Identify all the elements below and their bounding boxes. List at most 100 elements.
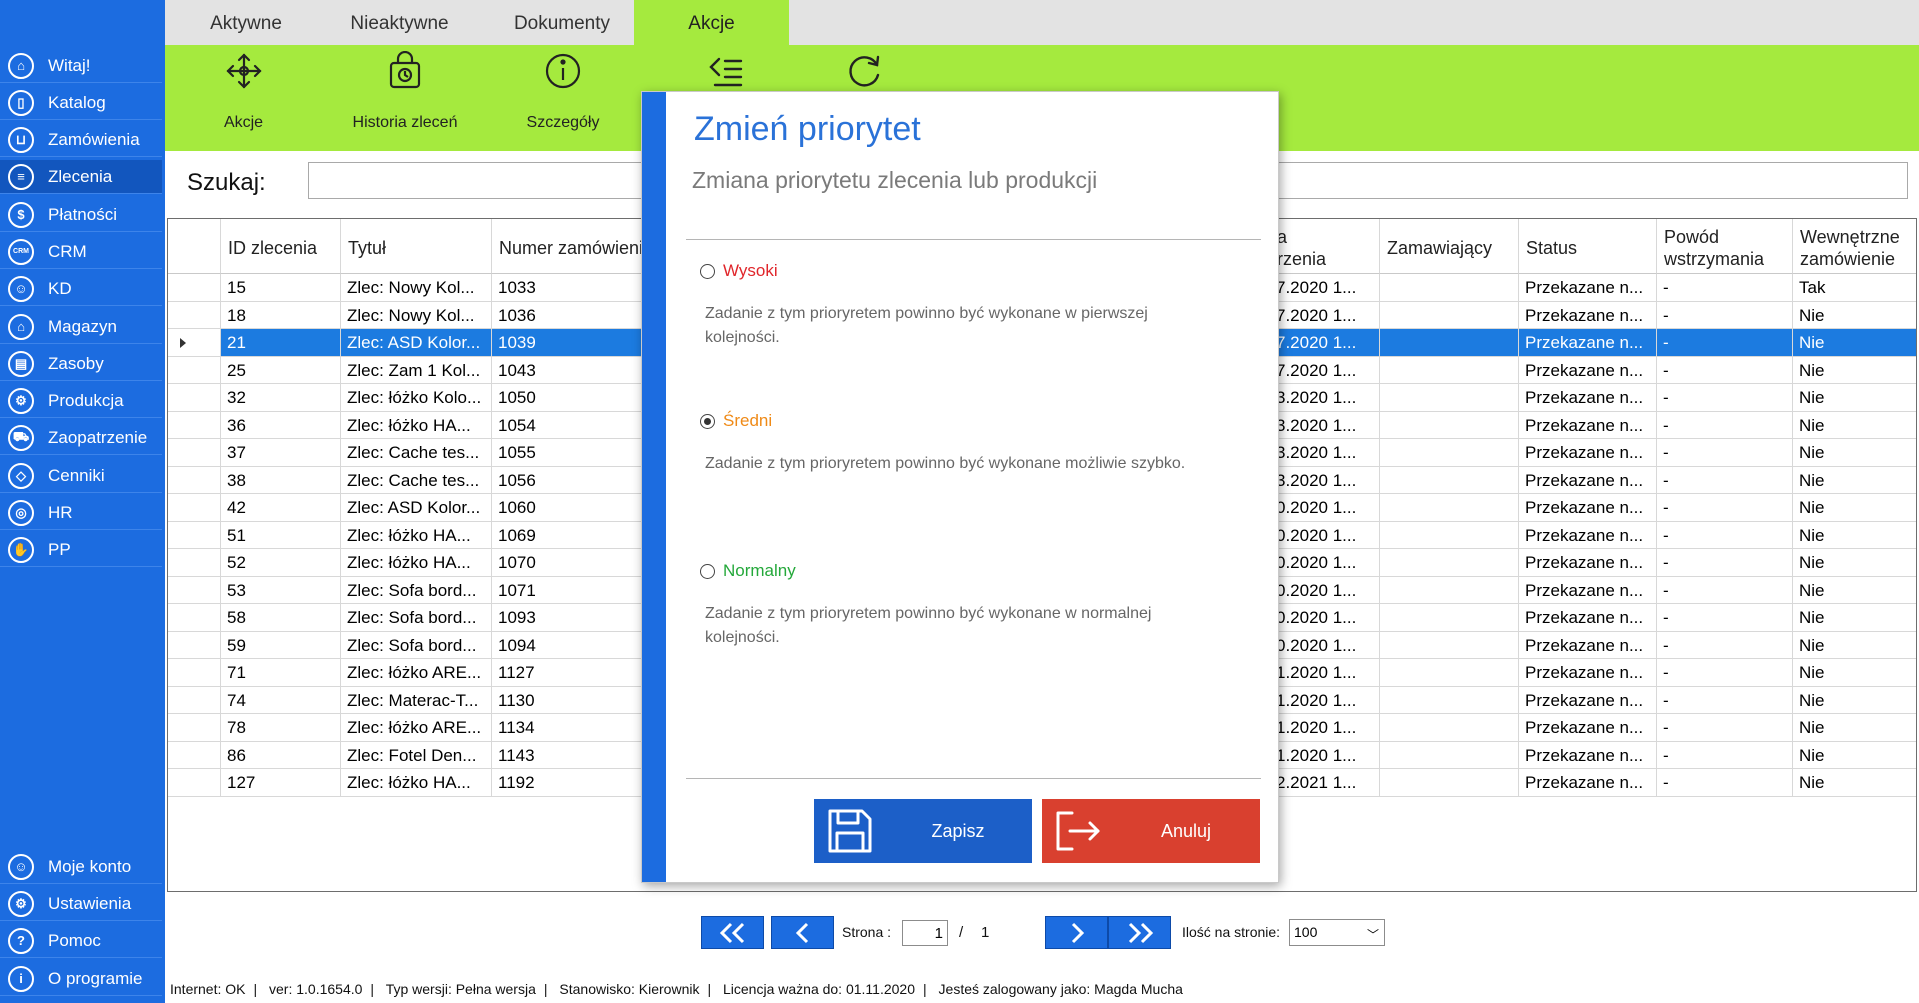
cell-internal: Nie [1793, 329, 1916, 357]
row-selector[interactable] [168, 631, 221, 659]
cell-status: Przekazane n... [1519, 301, 1657, 329]
status-workstation: Stanowisko: Kierownik [559, 981, 700, 997]
sidebar-item-label: Magazyn [48, 316, 117, 336]
sidebar-item-ustawienia[interactable]: ⚙ Ustawienia [0, 887, 162, 921]
radio-high[interactable] [700, 263, 715, 279]
cell-status: Przekazane n... [1519, 384, 1657, 412]
cell-id: 18 [221, 301, 341, 329]
tab-akcje[interactable]: Akcje [634, 0, 789, 45]
sidebar-item-platnosci[interactable]: $ Płatności [0, 198, 162, 232]
cell-reason: - [1657, 329, 1793, 357]
cell-status: Przekazane n... [1519, 356, 1657, 384]
page-number-input[interactable] [902, 920, 948, 946]
sidebar-item-produkcja[interactable]: ⚙ Produkcja [0, 384, 162, 418]
akcje-label: Akcje [223, 114, 264, 131]
settings-icon: ⚙ [8, 890, 34, 917]
sidebar-item-crm[interactable]: CRM CRM [0, 235, 162, 269]
sidebar-item-label: Zlecenia [48, 166, 113, 186]
sidebar: ⌂ Witaj! ▯ Katalog ⊔ Zamówienia ≡ Zlecenia $… [0, 0, 165, 1003]
cell-reason: - [1657, 741, 1793, 769]
row-selector[interactable] [168, 274, 221, 302]
first-page-button[interactable] [701, 916, 764, 949]
column-header-status[interactable]: Status [1519, 219, 1657, 274]
row-selector[interactable] [168, 439, 221, 467]
sidebar-item-zamowienia[interactable]: ⊔ Zamówienia [0, 123, 162, 157]
cell-id: 78 [221, 714, 341, 742]
cell-id: 42 [221, 494, 341, 522]
row-selector[interactable] [168, 521, 221, 549]
row-selector[interactable] [168, 356, 221, 384]
cell-ordering [1380, 631, 1519, 659]
per-page-select[interactable]: 100 ﹀ [1289, 919, 1385, 946]
pp-icon: ✋ [8, 536, 34, 563]
cell-id: 71 [221, 659, 341, 687]
sidebar-item-katalog[interactable]: ▯ Katalog [0, 86, 162, 120]
previous-page-button[interactable] [771, 916, 834, 949]
row-selector[interactable] [168, 769, 221, 797]
row-selector[interactable] [168, 301, 221, 329]
row-selector[interactable] [168, 494, 221, 522]
cell-id: 32 [221, 384, 341, 412]
next-page-button[interactable] [1045, 916, 1108, 949]
per-page-label: Ilość na stronie: [1182, 924, 1281, 940]
list-icon: ≡ [8, 163, 34, 190]
row-selector[interactable] [168, 411, 221, 439]
column-header-title[interactable]: Tytuł [341, 219, 492, 274]
akcje-button[interactable]: Akcje [191, 45, 296, 151]
tab-nieaktywne[interactable]: Nieaktywne [322, 0, 477, 45]
sidebar-item-moje-konto[interactable]: ☺ Moje konto [0, 850, 162, 884]
divider [686, 778, 1261, 779]
column-header-reason[interactable]: Powód wstrzymania [1657, 219, 1793, 274]
sidebar-item-zasoby[interactable]: ▤ Zasoby [0, 347, 162, 381]
chevron-down-icon: ﹀ [1366, 928, 1379, 942]
sidebar-item-o-programie[interactable]: i O programie [0, 962, 162, 996]
column-header-ordering[interactable]: Zamawiający [1380, 219, 1519, 274]
tab-dokumenty[interactable]: Dokumenty [492, 0, 632, 45]
cell-date: 3.2020 1... [1270, 439, 1380, 467]
sidebar-item-pomoc[interactable]: ? Pomoc [0, 924, 162, 958]
sidebar-item-zlecenia[interactable]: ≡ Zlecenia [0, 160, 162, 194]
szczegoly-button[interactable]: Szczegóły [503, 45, 623, 151]
row-selector[interactable] [168, 741, 221, 769]
sidebar-item-witaj[interactable]: ⌂ Witaj! [0, 49, 162, 83]
historia-zlecen-button[interactable]: Historia zleceń [335, 45, 475, 151]
save-button[interactable]: Zapisz [814, 799, 1032, 863]
tab-aktywne[interactable]: Aktywne [185, 0, 307, 45]
tag-icon: ◇ [8, 462, 34, 489]
row-selector[interactable] [168, 714, 221, 742]
cell-status: Przekazane n... [1519, 439, 1657, 467]
sidebar-item-pp[interactable]: ✋ PP [0, 533, 162, 567]
sidebar-item-cenniki[interactable]: ◇ Cenniki [0, 459, 162, 493]
dollar-icon: $ [8, 201, 34, 228]
cell-ordering [1380, 659, 1519, 687]
sidebar-item-kd[interactable]: ☺ KD [0, 272, 162, 306]
home-icon: ⌂ [8, 52, 34, 79]
row-selector[interactable] [168, 659, 221, 687]
dialog-accent-stripe [642, 92, 666, 882]
row-selector[interactable] [168, 604, 221, 632]
radio-normal[interactable] [700, 563, 715, 579]
priority-option-normal[interactable]: Normalny [700, 561, 796, 581]
row-selector[interactable] [168, 466, 221, 494]
column-header-internal[interactable]: Wewnętrzne zamówienie [1793, 219, 1916, 274]
priority-option-high[interactable]: Wysoki [700, 261, 778, 281]
sidebar-item-hr[interactable]: ◎ HR [0, 496, 162, 530]
row-selector[interactable] [168, 549, 221, 577]
sidebar-item-magazyn[interactable]: ⌂ Magazyn [0, 310, 162, 344]
column-header-date[interactable]: a rzenia [1270, 219, 1380, 274]
cancel-button[interactable]: Anuluj [1042, 799, 1260, 863]
priority-option-medium[interactable]: Średni [700, 411, 772, 431]
cell-title: Zlec: Nowy Kol... [341, 301, 492, 329]
row-selector[interactable] [168, 576, 221, 604]
radio-medium[interactable] [700, 413, 715, 429]
row-selector[interactable] [168, 686, 221, 714]
row-selector[interactable] [168, 329, 221, 357]
last-page-button[interactable] [1108, 916, 1171, 949]
cell-internal: Nie [1793, 714, 1916, 742]
row-selector[interactable] [168, 384, 221, 412]
sidebar-item-zaopatrzenie[interactable]: ⛟ Zaopatrzenie [0, 421, 162, 455]
cell-status: Przekazane n... [1519, 329, 1657, 357]
column-header-id[interactable]: ID zlecenia [221, 219, 341, 274]
cell-internal: Nie [1793, 632, 1916, 659]
chevron-right-icon [1071, 922, 1084, 944]
